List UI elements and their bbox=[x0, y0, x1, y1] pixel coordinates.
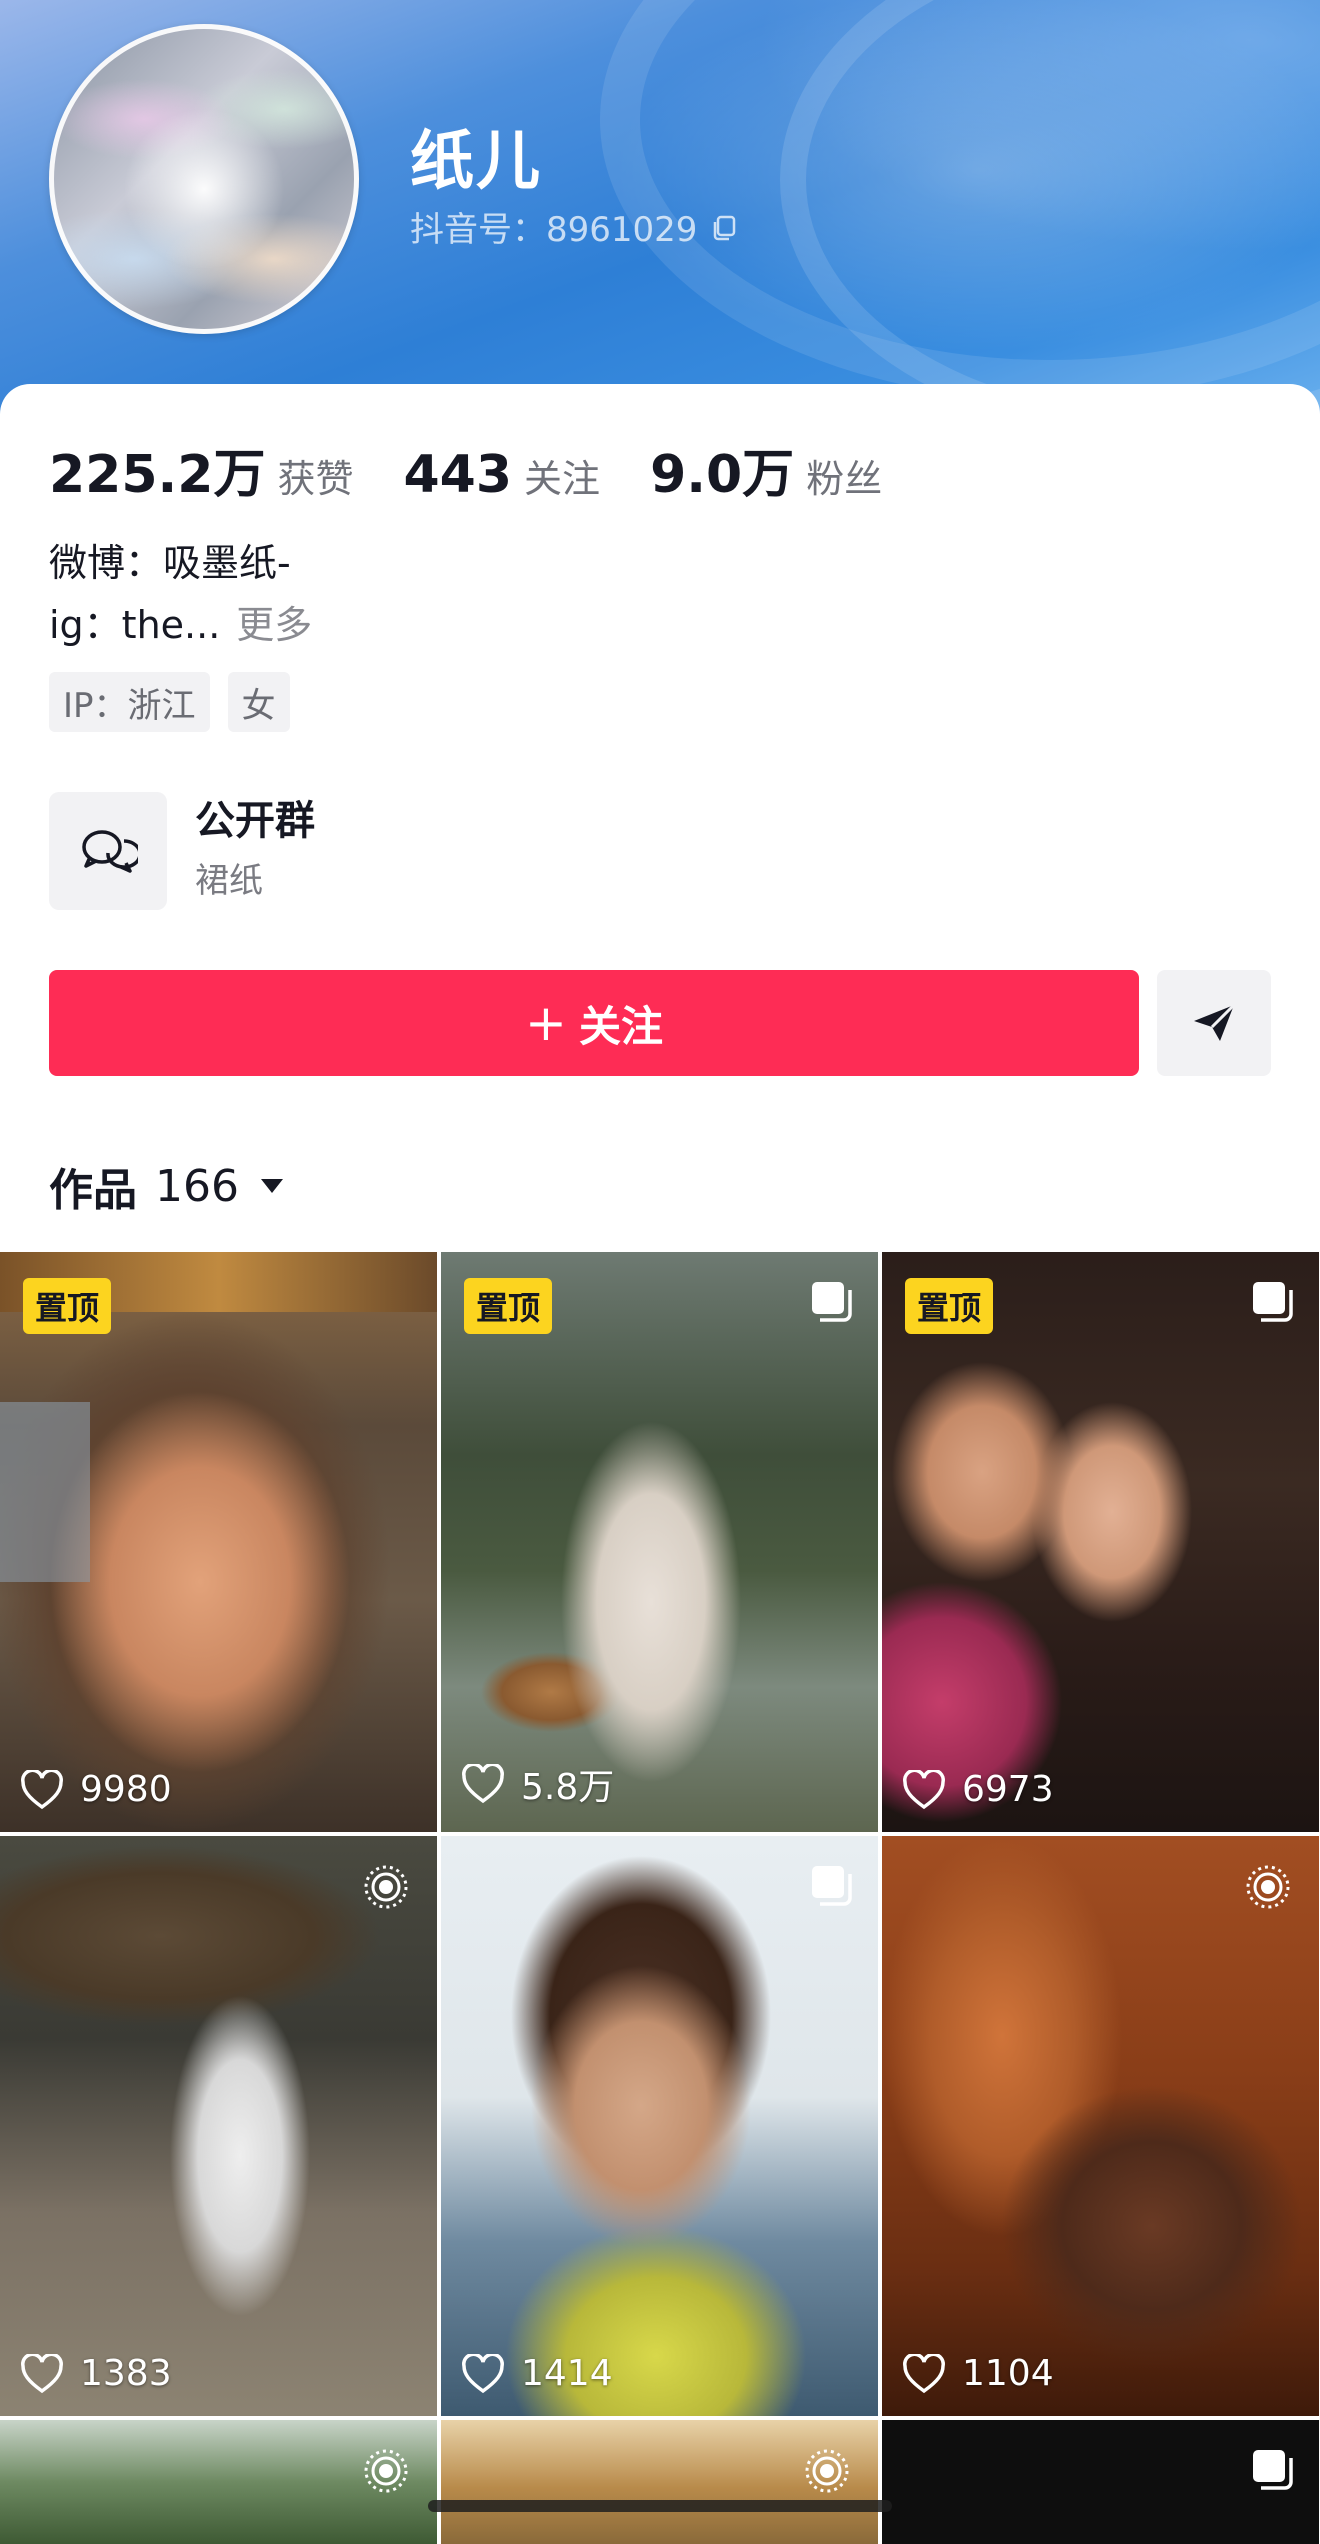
stat-label: 获赞 bbox=[277, 457, 354, 501]
copy-icon[interactable] bbox=[709, 212, 739, 242]
like-count: 1383 bbox=[20, 2353, 172, 2394]
heart-icon bbox=[21, 1769, 63, 1809]
profile-tags: IP：浙江 女 bbox=[49, 672, 308, 732]
heart-icon bbox=[903, 2353, 945, 2393]
like-count: 1414 bbox=[461, 2353, 613, 2394]
profile-header-banner: 纸儿 抖音号：8961029 bbox=[0, 0, 1320, 420]
like-count-value: 5.8万 bbox=[521, 1767, 615, 1808]
heart-icon bbox=[462, 1764, 504, 1804]
like-count-value: 6973 bbox=[962, 1769, 1054, 1810]
like-count-value: 1104 bbox=[962, 2353, 1054, 2394]
caret-down-icon bbox=[260, 1179, 283, 1193]
pinned-badge: 置顶 bbox=[23, 1278, 112, 1334]
stat-followers[interactable]: 9.0万 粉丝 bbox=[650, 432, 882, 507]
follow-button[interactable]: + 关注 bbox=[49, 970, 1139, 1076]
heart-icon bbox=[462, 2353, 504, 2393]
profile-bio: 微博：吸墨纸- ig：the... 更多 bbox=[49, 532, 312, 656]
stat-following[interactable]: 443 关注 bbox=[404, 445, 601, 505]
stat-likes[interactable]: 225.2万 获赞 bbox=[49, 432, 354, 507]
video-thumbnail[interactable] bbox=[882, 2420, 1319, 2544]
profile-name: 纸儿 bbox=[410, 125, 542, 199]
works-tab[interactable]: 作品 166 bbox=[49, 1154, 285, 1218]
avatar[interactable] bbox=[49, 24, 359, 334]
tag-ip-location: IP：浙江 bbox=[49, 672, 210, 732]
video-thumbnail[interactable]: 1383 bbox=[0, 1836, 437, 2416]
send-message-button[interactable] bbox=[1157, 970, 1271, 1076]
send-icon bbox=[1194, 1003, 1236, 1041]
bio-line-ig-text: ig：the... bbox=[49, 603, 221, 647]
video-thumbnail[interactable]: 置顶 6973 bbox=[882, 1252, 1319, 1832]
bio-line-weibo: 微博：吸墨纸- bbox=[49, 541, 291, 585]
stat-label: 粉丝 bbox=[806, 457, 883, 501]
like-count-value: 1414 bbox=[521, 2353, 613, 2394]
tag-gender: 女 bbox=[227, 672, 290, 732]
stat-value: 443 bbox=[403, 445, 513, 505]
like-count: 9980 bbox=[20, 1769, 172, 1810]
live-photo-icon bbox=[364, 2449, 408, 2493]
pinned-badge: 置顶 bbox=[464, 1278, 553, 1334]
group-subtitle: 裙纸 bbox=[195, 861, 263, 901]
live-photo-icon bbox=[1246, 1865, 1290, 1909]
pinned-badge: 置顶 bbox=[905, 1278, 994, 1334]
video-thumbnail[interactable]: 1414 bbox=[441, 1836, 878, 2416]
group-title: 公开群 bbox=[195, 798, 315, 844]
like-count-value: 9980 bbox=[80, 1769, 172, 1810]
video-thumbnail[interactable]: 置顶 5.8万 bbox=[441, 1252, 878, 1832]
video-thumbnail[interactable]: 1104 bbox=[882, 1836, 1319, 2416]
multi-image-icon bbox=[812, 1866, 852, 1906]
follow-label: 关注 bbox=[578, 1001, 663, 1051]
video-thumbnail[interactable] bbox=[0, 2420, 437, 2544]
stat-value: 225.2万 bbox=[49, 445, 266, 505]
douyin-id[interactable]: 抖音号：8961029 bbox=[410, 202, 739, 251]
multi-image-icon bbox=[812, 1282, 852, 1322]
like-count: 1104 bbox=[902, 2353, 1054, 2394]
douyin-id-text: 抖音号：8961029 bbox=[410, 210, 698, 250]
profile-stats: 225.2万 获赞 443 关注 9.0万 粉丝 bbox=[49, 432, 932, 507]
stat-value: 9.0万 bbox=[650, 445, 795, 505]
live-photo-icon bbox=[364, 1865, 408, 1909]
home-indicator[interactable] bbox=[428, 2500, 892, 2512]
video-thumbnail[interactable]: 置顶 9980 bbox=[0, 1252, 437, 1832]
plus-icon: + bbox=[525, 994, 567, 1052]
like-count: 5.8万 bbox=[461, 1758, 614, 1810]
like-count-value: 1383 bbox=[80, 2353, 172, 2394]
multi-image-icon bbox=[1253, 2450, 1293, 2490]
video-thumbnail[interactable] bbox=[441, 2420, 878, 2544]
heart-icon bbox=[21, 2353, 63, 2393]
group-chat-icon bbox=[49, 792, 167, 910]
heart-icon bbox=[903, 1769, 945, 1809]
bio-line-ig: ig：the... 更多 bbox=[49, 594, 312, 656]
multi-image-icon bbox=[1253, 1282, 1293, 1322]
works-count: 166 bbox=[155, 1160, 239, 1212]
bio-more-link[interactable]: 更多 bbox=[236, 603, 312, 647]
public-group-entry[interactable]: 公开群 裙纸 bbox=[49, 792, 315, 910]
stat-label: 关注 bbox=[524, 457, 601, 501]
live-photo-icon bbox=[805, 2449, 849, 2493]
like-count: 6973 bbox=[902, 1769, 1054, 1810]
works-label: 作品 bbox=[49, 1165, 137, 1216]
